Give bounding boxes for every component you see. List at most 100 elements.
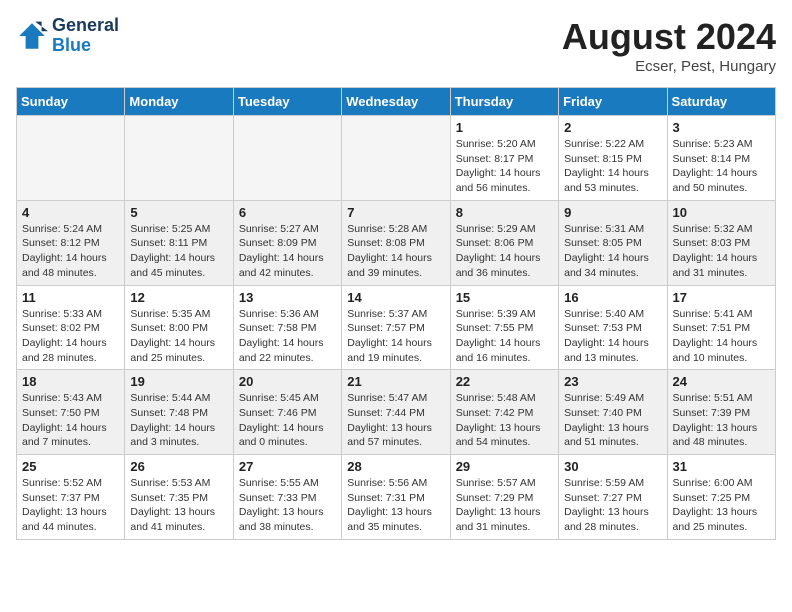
day-info: Sunrise: 5:25 AMSunset: 8:11 PMDaylight:… bbox=[130, 222, 227, 281]
calendar-week-row: 4 Sunrise: 5:24 AMSunset: 8:12 PMDaylight… bbox=[17, 200, 776, 285]
day-number: 22 bbox=[456, 374, 553, 389]
day-number: 11 bbox=[22, 290, 119, 305]
calendar-cell: 7Sunrise: 5:28 AMSunset: 8:08 PMDaylight… bbox=[342, 200, 450, 285]
day-info: Sunrise: 5:23 AMSunset: 8:14 PMDaylight:… bbox=[673, 137, 770, 196]
day-info: Sunrise: 5:29 AMSunset: 8:06 PMDaylight:… bbox=[456, 222, 553, 281]
day-info: Sunrise: 5:43 AMSunset: 7:50 PMDaylight:… bbox=[22, 391, 119, 450]
calendar-week-row: 1Sunrise: 5:20 AMSunset: 8:17 PMDaylight… bbox=[17, 116, 776, 201]
calendar-cell: 9Sunrise: 5:31 AMSunset: 8:05 PMDaylight… bbox=[559, 200, 667, 285]
calendar-cell: 6Sunrise: 5:27 AMSunset: 8:09 PMDaylight… bbox=[233, 200, 341, 285]
day-info: Sunrise: 5:37 AMSunset: 7:57 PMDaylight:… bbox=[347, 307, 444, 366]
day-number: 28 bbox=[347, 459, 444, 474]
calendar-cell: 26Sunrise: 5:53 AMSunset: 7:35 PMDayligh… bbox=[125, 455, 233, 540]
day-number: 15 bbox=[456, 290, 553, 305]
calendar: SundayMondayTuesdayWednesdayThursdayFrid… bbox=[16, 87, 776, 540]
day-info: Sunrise: 5:27 AMSunset: 8:09 PMDaylight:… bbox=[239, 222, 336, 281]
day-number: 19 bbox=[130, 374, 227, 389]
calendar-cell: 24 Sunrise: 5:51 AMSunset: 7:39 PMDayligh… bbox=[667, 370, 775, 455]
day-info: Sunrise: 5:45 AMSunset: 7:46 PMDaylight:… bbox=[239, 391, 336, 450]
calendar-cell: 1Sunrise: 5:20 AMSunset: 8:17 PMDaylight… bbox=[450, 116, 558, 201]
calendar-header-row: SundayMondayTuesdayWednesdayThursdayFrid… bbox=[17, 88, 776, 116]
day-number: 1 bbox=[456, 120, 553, 135]
calendar-cell bbox=[342, 116, 450, 201]
month-title: August 2024 bbox=[562, 16, 776, 58]
calendar-week-row: 18 Sunrise: 5:43 AMSunset: 7:50 PMDayligh… bbox=[17, 370, 776, 455]
calendar-cell: 5Sunrise: 5:25 AMSunset: 8:11 PMDaylight… bbox=[125, 200, 233, 285]
day-number: 3 bbox=[673, 120, 770, 135]
weekday-header: Wednesday bbox=[342, 88, 450, 116]
day-number: 21 bbox=[347, 374, 444, 389]
day-number: 17 bbox=[673, 290, 770, 305]
calendar-cell bbox=[17, 116, 125, 201]
day-info: Sunrise: 5:35 AMSunset: 8:00 PMDaylight:… bbox=[130, 307, 227, 366]
day-info: Sunrise: 5:39 AMSunset: 7:55 PMDaylight:… bbox=[456, 307, 553, 366]
calendar-cell: 18 Sunrise: 5:43 AMSunset: 7:50 PMDayligh… bbox=[17, 370, 125, 455]
location: Ecser, Pest, Hungary bbox=[562, 58, 776, 75]
day-number: 23 bbox=[564, 374, 661, 389]
calendar-cell: 11 Sunrise: 5:33 AMSunset: 8:02 PMDayligh… bbox=[17, 285, 125, 370]
day-number: 30 bbox=[564, 459, 661, 474]
calendar-cell: 12 Sunrise: 5:35 AMSunset: 8:00 PMDayligh… bbox=[125, 285, 233, 370]
logo-icon bbox=[16, 20, 48, 52]
day-number: 27 bbox=[239, 459, 336, 474]
calendar-week-row: 11 Sunrise: 5:33 AMSunset: 8:02 PMDayligh… bbox=[17, 285, 776, 370]
calendar-cell: 22 Sunrise: 5:48 AMSunset: 7:42 PMDayligh… bbox=[450, 370, 558, 455]
calendar-cell: 19Sunrise: 5:44 AMSunset: 7:48 PMDayligh… bbox=[125, 370, 233, 455]
day-info: Sunrise: 5:32 AMSunset: 8:03 PMDaylight:… bbox=[673, 222, 770, 281]
day-info: Sunrise: 5:28 AMSunset: 8:08 PMDaylight:… bbox=[347, 222, 444, 281]
calendar-cell: 3 Sunrise: 5:23 AMSunset: 8:14 PMDaylight… bbox=[667, 116, 775, 201]
weekday-header: Sunday bbox=[17, 88, 125, 116]
day-info: Sunrise: 5:56 AMSunset: 7:31 PMDaylight:… bbox=[347, 476, 444, 535]
calendar-week-row: 25Sunrise: 5:52 AMSunset: 7:37 PMDayligh… bbox=[17, 455, 776, 540]
day-info: Sunrise: 5:47 AMSunset: 7:44 PMDaylight:… bbox=[347, 391, 444, 450]
calendar-cell: 13Sunrise: 5:36 AMSunset: 7:58 PMDayligh… bbox=[233, 285, 341, 370]
day-info: Sunrise: 5:24 AMSunset: 8:12 PMDaylight:… bbox=[22, 222, 119, 281]
day-info: Sunrise: 5:52 AMSunset: 7:37 PMDaylight:… bbox=[22, 476, 119, 535]
day-number: 16 bbox=[564, 290, 661, 305]
calendar-cell: 21 Sunrise: 5:47 AMSunset: 7:44 PMDayligh… bbox=[342, 370, 450, 455]
day-info: Sunrise: 5:57 AMSunset: 7:29 PMDaylight:… bbox=[456, 476, 553, 535]
calendar-cell: 20 Sunrise: 5:45 AMSunset: 7:46 PMDayligh… bbox=[233, 370, 341, 455]
day-info: Sunrise: 5:40 AMSunset: 7:53 PMDaylight:… bbox=[564, 307, 661, 366]
day-number: 31 bbox=[673, 459, 770, 474]
calendar-cell: 29 Sunrise: 5:57 AMSunset: 7:29 PMDayligh… bbox=[450, 455, 558, 540]
day-number: 14 bbox=[347, 290, 444, 305]
day-number: 12 bbox=[130, 290, 227, 305]
weekday-header: Saturday bbox=[667, 88, 775, 116]
weekday-header: Friday bbox=[559, 88, 667, 116]
calendar-cell bbox=[125, 116, 233, 201]
calendar-cell: 8 Sunrise: 5:29 AMSunset: 8:06 PMDaylight… bbox=[450, 200, 558, 285]
calendar-cell: 27 Sunrise: 5:55 AMSunset: 7:33 PMDayligh… bbox=[233, 455, 341, 540]
calendar-cell: 14 Sunrise: 5:37 AMSunset: 7:57 PMDayligh… bbox=[342, 285, 450, 370]
day-info: Sunrise: 5:22 AMSunset: 8:15 PMDaylight:… bbox=[564, 137, 661, 196]
calendar-cell: 16 Sunrise: 5:40 AMSunset: 7:53 PMDayligh… bbox=[559, 285, 667, 370]
day-info: Sunrise: 5:48 AMSunset: 7:42 PMDaylight:… bbox=[456, 391, 553, 450]
day-info: Sunrise: 5:55 AMSunset: 7:33 PMDaylight:… bbox=[239, 476, 336, 535]
day-info: Sunrise: 5:51 AMSunset: 7:39 PMDaylight:… bbox=[673, 391, 770, 450]
logo: General Blue bbox=[16, 16, 119, 56]
calendar-cell: 2 Sunrise: 5:22 AMSunset: 8:15 PMDaylight… bbox=[559, 116, 667, 201]
day-info: Sunrise: 6:00 AMSunset: 7:25 PMDaylight:… bbox=[673, 476, 770, 535]
weekday-header: Thursday bbox=[450, 88, 558, 116]
day-info: Sunrise: 5:41 AMSunset: 7:51 PMDaylight:… bbox=[673, 307, 770, 366]
day-number: 8 bbox=[456, 205, 553, 220]
day-number: 29 bbox=[456, 459, 553, 474]
calendar-cell: 25Sunrise: 5:52 AMSunset: 7:37 PMDayligh… bbox=[17, 455, 125, 540]
logo-text: General Blue bbox=[52, 16, 119, 56]
calendar-cell: 4 Sunrise: 5:24 AMSunset: 8:12 PMDaylight… bbox=[17, 200, 125, 285]
calendar-cell: 17 Sunrise: 5:41 AMSunset: 7:51 PMDayligh… bbox=[667, 285, 775, 370]
calendar-cell: 31 Sunrise: 6:00 AMSunset: 7:25 PMDayligh… bbox=[667, 455, 775, 540]
day-info: Sunrise: 5:59 AMSunset: 7:27 PMDaylight:… bbox=[564, 476, 661, 535]
day-number: 24 bbox=[673, 374, 770, 389]
day-number: 2 bbox=[564, 120, 661, 135]
day-info: Sunrise: 5:33 AMSunset: 8:02 PMDaylight:… bbox=[22, 307, 119, 366]
calendar-cell: 30 Sunrise: 5:59 AMSunset: 7:27 PMDayligh… bbox=[559, 455, 667, 540]
day-number: 4 bbox=[22, 205, 119, 220]
calendar-cell: 23Sunrise: 5:49 AMSunset: 7:40 PMDayligh… bbox=[559, 370, 667, 455]
calendar-cell: 15 Sunrise: 5:39 AMSunset: 7:55 PMDayligh… bbox=[450, 285, 558, 370]
day-number: 20 bbox=[239, 374, 336, 389]
calendar-cell bbox=[233, 116, 341, 201]
day-number: 26 bbox=[130, 459, 227, 474]
day-number: 18 bbox=[22, 374, 119, 389]
day-info: Sunrise: 5:31 AMSunset: 8:05 PMDaylight:… bbox=[564, 222, 661, 281]
